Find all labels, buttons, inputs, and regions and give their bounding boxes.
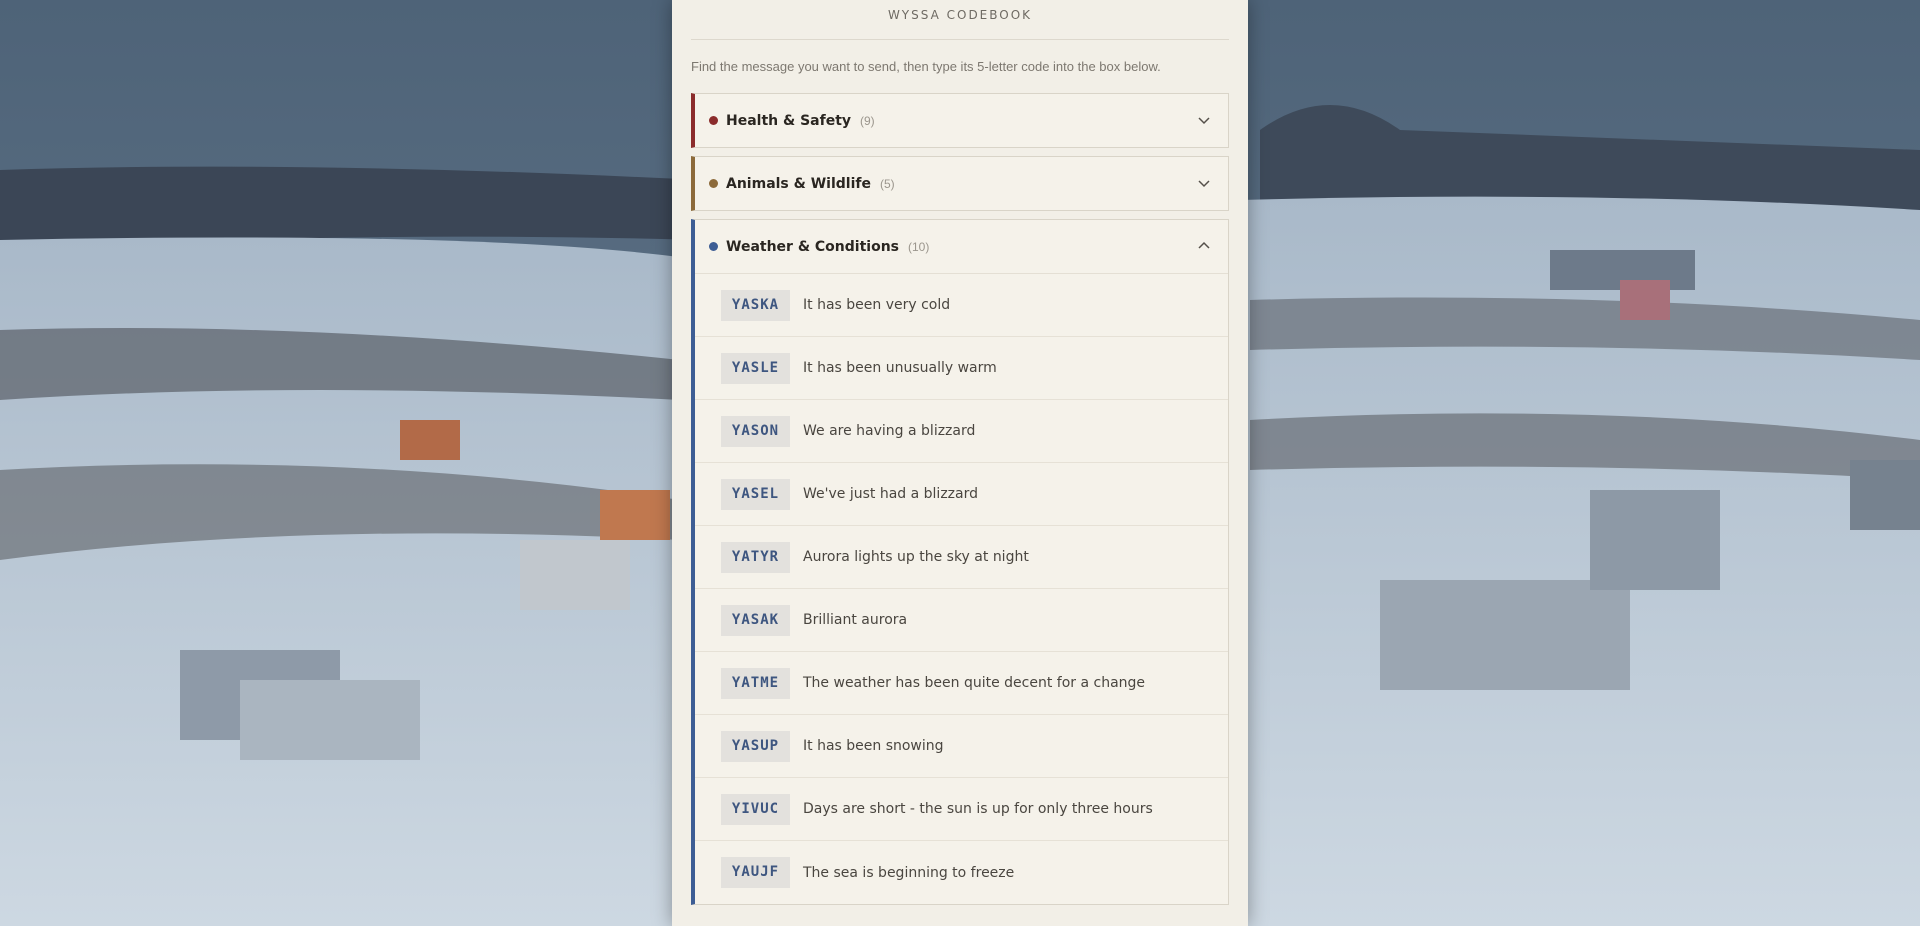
list-item[interactable]: YASAK Brilliant aurora bbox=[695, 589, 1228, 652]
code-badge: YASKA bbox=[721, 289, 790, 321]
list-item[interactable]: YASON We are having a blizzard bbox=[695, 400, 1228, 463]
category-dot bbox=[709, 242, 718, 251]
category-count: (5) bbox=[879, 176, 895, 191]
code-list: YASKA It has been very cold YASLE It has b… bbox=[695, 273, 1228, 904]
code-badge: YAUJF bbox=[721, 857, 790, 888]
phrase-text: Days are short - the sun is up for only … bbox=[803, 801, 1153, 817]
phrase-text: We are having a blizzard bbox=[803, 423, 976, 439]
phrase-text: It has been snowing bbox=[803, 738, 944, 754]
list-item[interactable]: YASEL We've just had a blizzard bbox=[695, 463, 1228, 526]
phrase-text: We've just had a blizzard bbox=[803, 486, 978, 502]
code-badge: YASAK bbox=[721, 604, 790, 636]
phrase-text: The sea is beginning to freeze bbox=[803, 864, 1015, 881]
code-badge: YATME bbox=[721, 667, 790, 699]
category-name: Health & Safety bbox=[726, 112, 852, 129]
chevron-up-icon bbox=[1198, 241, 1210, 249]
instructions-text: Find the message you want to send, then … bbox=[691, 59, 1161, 74]
list-item[interactable]: YATME The weather has been quite decent f… bbox=[695, 652, 1228, 715]
list-item[interactable]: YIVUC Days are short - the sun is up for … bbox=[695, 778, 1228, 841]
category-health-safety: Health & Safety (9) bbox=[691, 93, 1229, 148]
code-badge: YASON bbox=[721, 415, 790, 447]
list-item[interactable]: YASUP It has been snowing bbox=[695, 715, 1228, 778]
category-weather-conditions: Weather & Conditions (10) YASKA It has be… bbox=[691, 219, 1229, 905]
category-animals-wildlife: Animals & Wildlife (5) bbox=[691, 156, 1229, 211]
phrase-text: It has been very cold bbox=[803, 297, 951, 313]
category-dot bbox=[709, 116, 718, 125]
list-item[interactable]: YASKA It has been very cold bbox=[695, 274, 1228, 337]
code-badge: YASUP bbox=[721, 730, 790, 762]
category-header-weather-conditions[interactable]: Weather & Conditions (10) bbox=[695, 220, 1228, 273]
category-count: (9) bbox=[860, 113, 875, 128]
phrase-text: Aurora lights up the sky at night bbox=[803, 549, 1029, 565]
code-badge: YASEL bbox=[721, 478, 790, 510]
code-badge: YASLE bbox=[721, 352, 790, 384]
phrase-text: The weather has been quite decent for a … bbox=[803, 675, 1146, 691]
category-header-animals-wildlife[interactable]: Animals & Wildlife (5) bbox=[695, 157, 1228, 210]
code-badge: YIVUC bbox=[721, 793, 790, 825]
category-name: Animals & Wildlife bbox=[726, 175, 871, 192]
codebook-panel: WYSSA CODEBOOK Find the message you want… bbox=[672, 0, 1248, 926]
phrase-text: Brilliant aurora bbox=[803, 612, 908, 628]
category-name: Weather & Conditions bbox=[726, 238, 899, 255]
chevron-down-icon bbox=[1198, 117, 1210, 125]
phrase-text: It has been unusually warm bbox=[803, 360, 997, 376]
list-item[interactable]: YAUJF The sea is beginning to freeze bbox=[695, 841, 1228, 904]
list-item[interactable]: YATYR Aurora lights up the sky at night bbox=[695, 526, 1228, 589]
page-title: WYSSA CODEBOOK bbox=[691, 0, 1229, 40]
code-badge: YATYR bbox=[721, 541, 790, 573]
category-count: (10) bbox=[908, 239, 930, 254]
list-item[interactable]: YASLE It has been unusually warm bbox=[695, 337, 1228, 400]
category-dot bbox=[709, 179, 718, 188]
chevron-down-icon bbox=[1198, 180, 1210, 188]
category-header-health-safety[interactable]: Health & Safety (9) bbox=[695, 94, 1228, 147]
